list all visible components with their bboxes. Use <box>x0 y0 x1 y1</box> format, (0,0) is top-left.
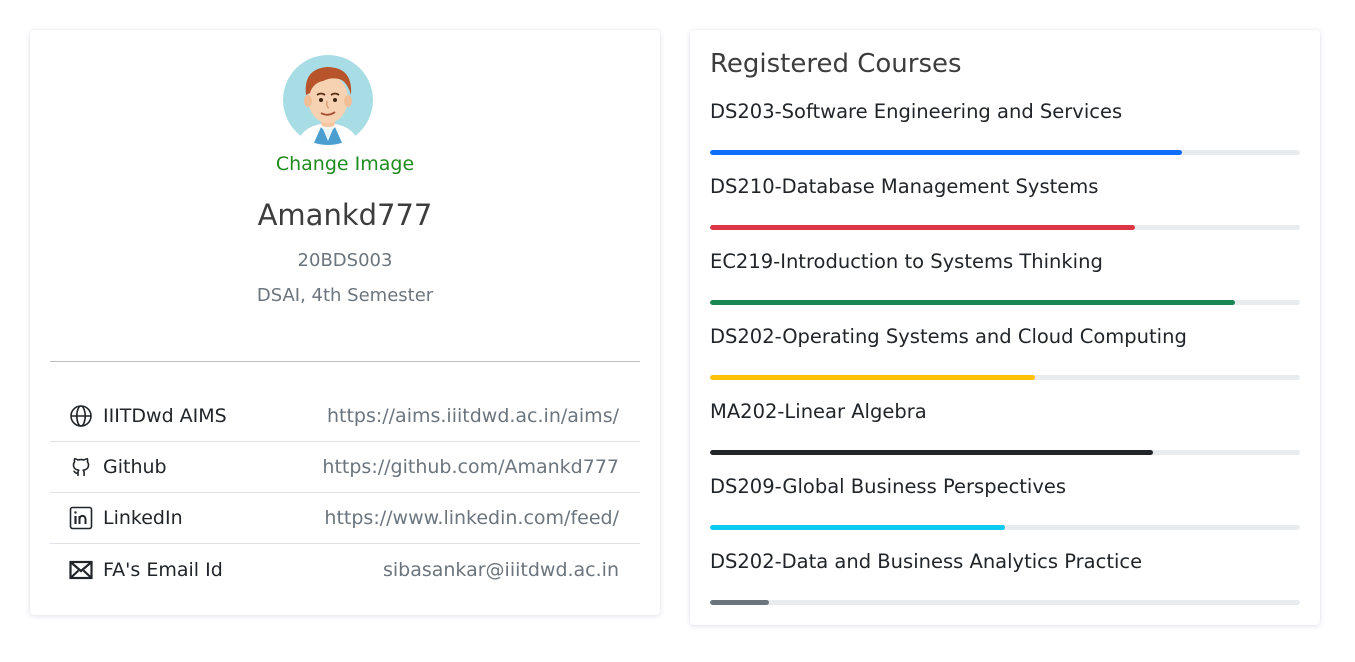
course-name: MA202-Linear Algebra <box>710 400 927 423</box>
course-progress-bar <box>710 450 1300 455</box>
globe-icon <box>69 404 93 428</box>
course-item[interactable]: MA202-Linear Algebra <box>710 400 1300 475</box>
linkedin-icon <box>69 506 93 530</box>
avatar[interactable] <box>283 55 373 145</box>
course-name: DS202-Data and Business Analytics Practi… <box>710 550 1143 573</box>
link-row-fa-email: FA's Email Id sibasankar@iiitdwd.ac.in <box>50 544 640 595</box>
link-label: IIITDwd AIMS <box>103 405 227 427</box>
roll-number: 20BDS003 <box>297 250 393 271</box>
course-list: DS203-Software Engineering and Services … <box>710 100 1300 625</box>
courses-card: Registered Courses DS203-Software Engine… <box>690 30 1320 625</box>
course-progress-bar <box>710 225 1300 230</box>
course-progress-bar <box>710 600 1300 605</box>
link-row-aims: IIITDwd AIMS https://aims.iiitdwd.ac.in/… <box>50 391 640 442</box>
profile-card: Change Image Amankd777 20BDS003 DSAI, 4t… <box>30 30 660 615</box>
link-label: FA's Email Id <box>103 558 223 581</box>
course-progress-fill <box>710 525 1005 530</box>
course-name: DS203-Software Engineering and Services <box>710 100 1123 123</box>
link-label: LinkedIn <box>103 507 183 529</box>
link-url[interactable]: https://github.com/Amankd777 <box>322 456 619 478</box>
course-progress-fill <box>710 300 1236 305</box>
link-label: Github <box>103 456 167 478</box>
course-item[interactable]: DS210-Database Management Systems <box>710 175 1300 250</box>
course-item[interactable]: EC219-Introduction to Systems Thinking <box>710 250 1300 325</box>
course-item[interactable]: DS203-Software Engineering and Services <box>710 100 1300 175</box>
course-item[interactable]: DS202-Operating Systems and Cloud Comput… <box>710 325 1300 400</box>
course-progress-bar <box>710 525 1300 530</box>
github-icon <box>69 455 93 479</box>
link-url[interactable]: https://www.linkedin.com/feed/ <box>324 507 619 529</box>
course-progress-fill <box>710 450 1153 455</box>
course-progress-fill <box>710 600 769 605</box>
course-name: EC219-Introduction to Systems Thinking <box>710 250 1103 273</box>
envelope-icon <box>69 558 93 582</box>
course-name: DS209-Global Business Perspectives <box>710 475 1067 498</box>
course-progress-fill <box>710 150 1182 155</box>
courses-title: Registered Courses <box>710 49 962 79</box>
link-url[interactable]: https://aims.iiitdwd.ac.in/aims/ <box>327 405 619 427</box>
change-image-link[interactable]: Change Image <box>30 153 660 175</box>
program-semester: DSAI, 4th Semester <box>256 285 434 306</box>
link-row-linkedin: LinkedIn https://www.linkedin.com/feed/ <box>50 493 640 544</box>
course-progress-bar <box>710 150 1300 155</box>
user-name: Amankd777 <box>257 198 433 232</box>
course-name: DS210-Database Management Systems <box>710 175 1099 198</box>
link-row-github: Github https://github.com/Amankd777 <box>50 442 640 493</box>
course-item[interactable]: DS202-Data and Business Analytics Practi… <box>710 550 1300 625</box>
course-progress-fill <box>710 375 1035 380</box>
course-name: DS202-Operating Systems and Cloud Comput… <box>710 325 1187 348</box>
divider <box>50 361 640 362</box>
course-progress-bar <box>710 375 1300 380</box>
link-url[interactable]: sibasankar@iiitdwd.ac.in <box>383 559 619 581</box>
avatar-image <box>283 55 373 145</box>
profile-links: IIITDwd AIMS https://aims.iiitdwd.ac.in/… <box>50 391 640 595</box>
course-item[interactable]: DS209-Global Business Perspectives <box>710 475 1300 550</box>
course-progress-bar <box>710 300 1300 305</box>
course-progress-fill <box>710 225 1135 230</box>
